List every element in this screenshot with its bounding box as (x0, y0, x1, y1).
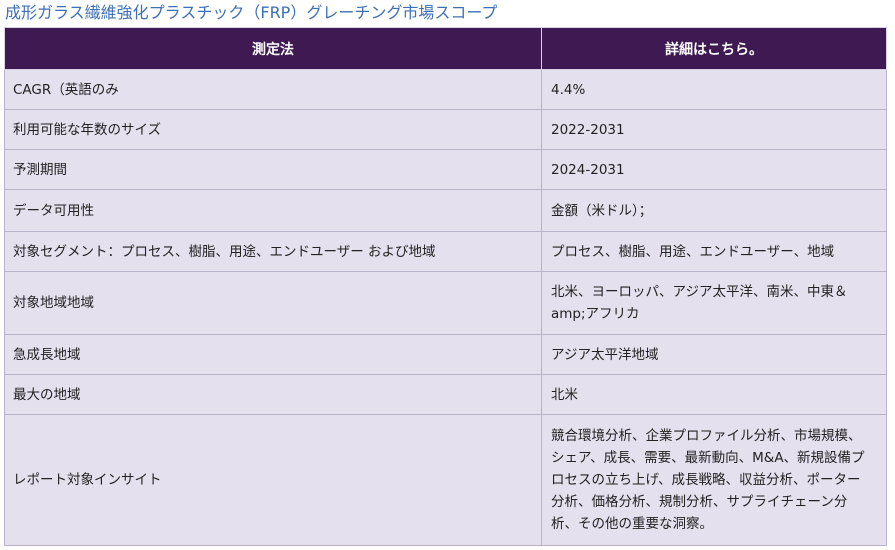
row-detail-years: 2022-2031 (541, 109, 887, 150)
market-scope-table: 測定法 詳細はこちら。 CAGR（英語のみ 4.4% 利用可能な年数のサイズ 2… (4, 27, 887, 546)
page: 成形ガラス繊維強化プラスチック（FRP）グレーチング市場スコープ 測定法 詳細は… (0, 0, 895, 550)
row-metric-data-availability: データ可用性 (4, 189, 542, 232)
table-header-row: 測定法 詳細はこちら。 (4, 27, 887, 70)
row-detail-insights: 競合環境分析、企業プロファイル分析、市場規模、シェア、成長、需要、最新動向、M&… (541, 414, 887, 546)
row-detail-segments: プロセス、樹脂、用途、エンドユーザー、地域 (541, 231, 887, 272)
table-row: レポート対象インサイト 競合環境分析、企業プロファイル分析、市場規模、シェア、成… (4, 414, 887, 546)
table-row: データ可用性 金額（米ドル）； (4, 189, 887, 232)
row-detail-regions: 北米、ヨーロッパ、アジア太平洋、南米、中東＆amp;アフリカ (541, 271, 887, 335)
row-metric-regions: 対象地域地域 (4, 271, 542, 335)
page-title: 成形ガラス繊維強化プラスチック（FRP）グレーチング市場スコープ (5, 3, 498, 22)
table-row: 予測期間 2024-2031 (4, 149, 887, 190)
row-detail-forecast: 2024-2031 (541, 149, 887, 190)
row-metric-cagr: CAGR（英語のみ (4, 69, 542, 110)
row-detail-largest-region: 北米 (541, 374, 887, 415)
row-detail-data-availability: 金額（米ドル）； (541, 189, 887, 232)
table-row: 対象地域地域 北米、ヨーロッパ、アジア太平洋、南米、中東＆amp;アフリカ (4, 271, 887, 335)
table-row: 利用可能な年数のサイズ 2022-2031 (4, 109, 887, 150)
row-metric-fastest-region: 急成長地域 (4, 334, 542, 375)
row-metric-years: 利用可能な年数のサイズ (4, 109, 542, 150)
table-row: 急成長地域 アジア太平洋地域 (4, 334, 887, 375)
row-metric-forecast: 予測期間 (4, 149, 542, 190)
row-detail-cagr: 4.4% (541, 69, 887, 110)
table-row: 最大の地域 北米 (4, 374, 887, 415)
row-metric-insights: レポート対象インサイト (4, 414, 542, 546)
table-row: CAGR（英語のみ 4.4% (4, 69, 887, 110)
header-detail: 詳細はこちら。 (541, 27, 887, 70)
row-metric-largest-region: 最大の地域 (4, 374, 542, 415)
row-metric-segments: 対象セグメント：プロセス、樹脂、用途、エンドユーザー および地域 (4, 231, 542, 272)
table-row: 対象セグメント：プロセス、樹脂、用途、エンドユーザー および地域 プロセス、樹脂… (4, 231, 887, 272)
row-detail-fastest-region: アジア太平洋地域 (541, 334, 887, 375)
header-metric: 測定法 (4, 27, 542, 70)
